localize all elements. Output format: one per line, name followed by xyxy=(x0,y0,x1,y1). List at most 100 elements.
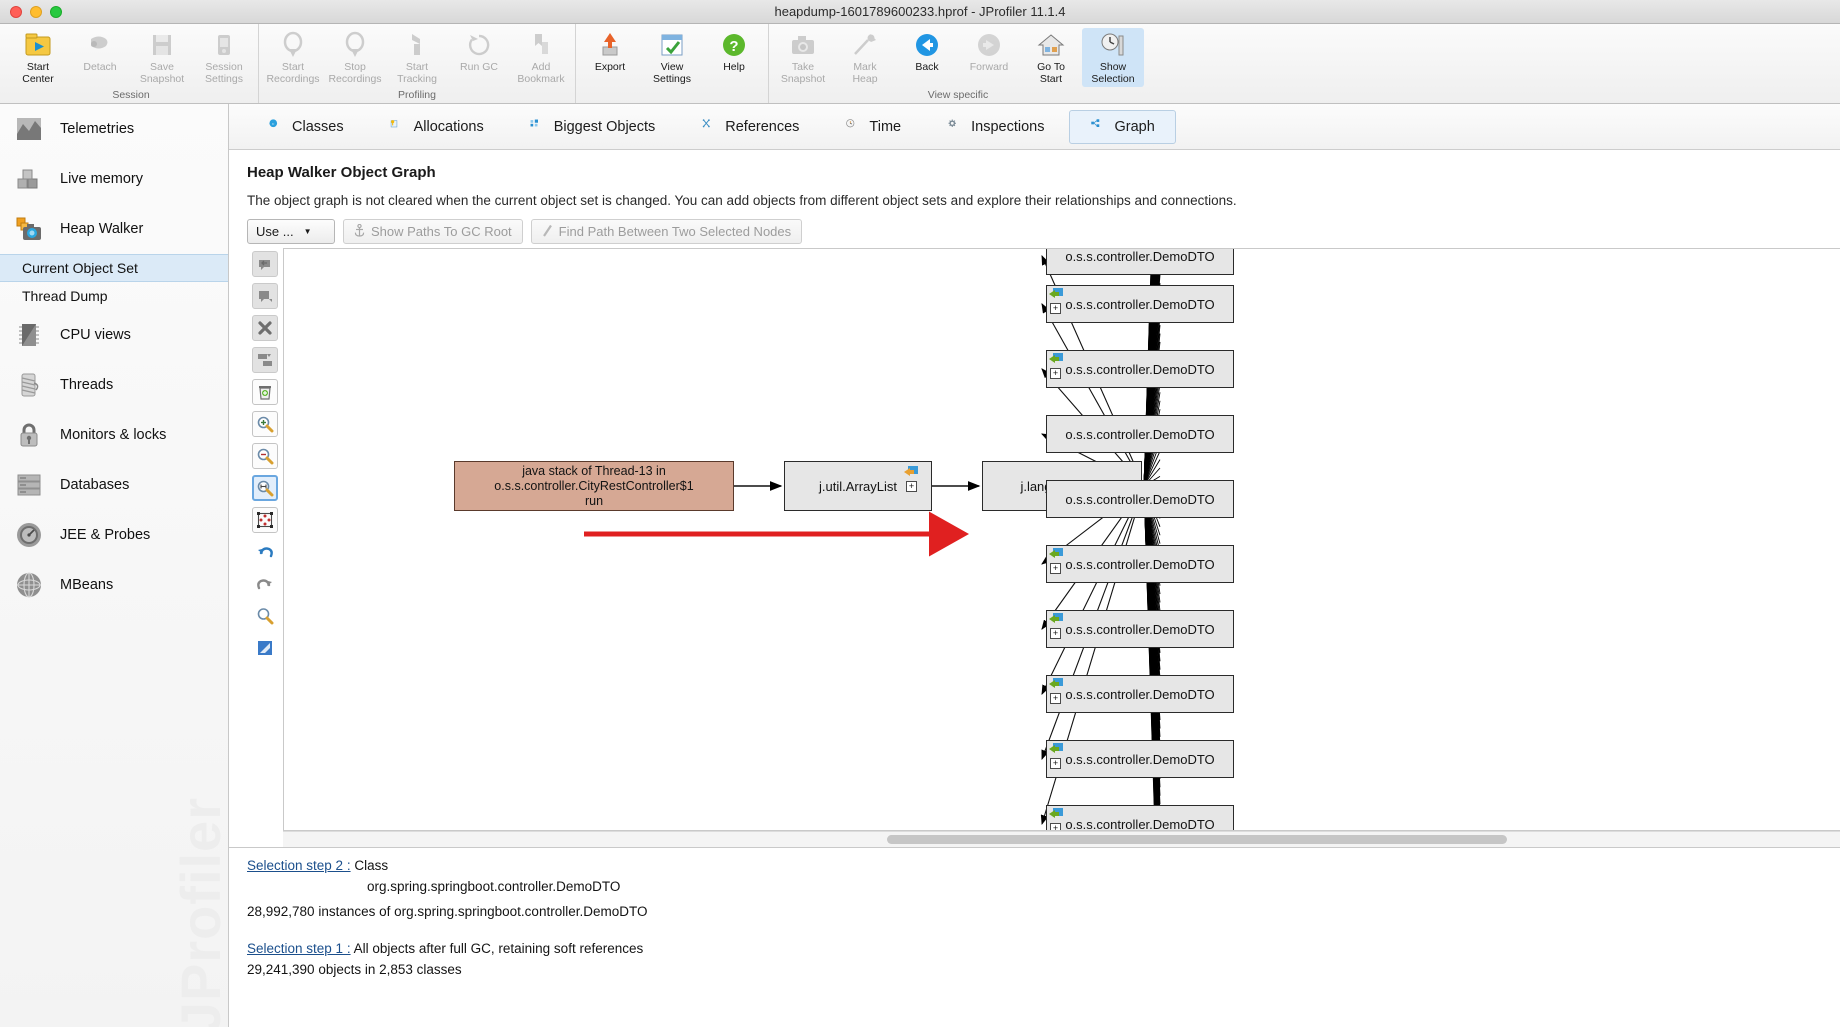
sidebar-item-label: Telemetries xyxy=(60,121,135,137)
selection-step-2-count: 28,992,780 instances of org.spring.sprin… xyxy=(247,904,648,919)
sidebar-item-telemetries[interactable]: Telemetries xyxy=(0,104,228,154)
expand-node-button[interactable]: + xyxy=(1050,303,1061,314)
graph-tool-undo[interactable] xyxy=(252,539,278,565)
graph-tool-export-graph[interactable] xyxy=(252,635,278,661)
graph-node-label: o.s.s.controller.DemoDTO xyxy=(1065,556,1215,572)
tab-classes[interactable]: c Classes xyxy=(247,110,365,144)
toolbar-button-view-settings[interactable]: View Settings xyxy=(641,28,703,87)
selection-step-2-link[interactable]: Selection step 2 : xyxy=(247,858,351,873)
start-tracking-icon xyxy=(401,30,433,60)
expand-node-button[interactable]: + xyxy=(1050,823,1061,830)
tab-biggest-objects[interactable]: Biggest Objects xyxy=(509,110,677,144)
toolbar-group-label: Profiling xyxy=(398,89,436,101)
toolbar-button-run-gc: Run GC xyxy=(448,28,510,76)
toolbar-button-label: Stop Recordings xyxy=(328,61,382,85)
sidebar-subitem-label: Thread Dump xyxy=(22,288,108,304)
toolbar-button-show-selection[interactable]: Show Selection xyxy=(1082,28,1144,87)
toolbar-button-label: Mark Heap xyxy=(852,61,878,85)
expand-node-button[interactable]: + xyxy=(1050,758,1061,769)
reference-badge-icon xyxy=(1049,808,1064,821)
graph-node-label: o.s.s.controller.DemoDTO xyxy=(1065,816,1215,831)
page-description: The object graph is not cleared when the… xyxy=(247,193,1237,208)
classes-icon: c xyxy=(268,118,285,135)
graph-scrollbar-thumb[interactable] xyxy=(887,835,1507,844)
graph-node-demodto[interactable]: o.s.s.controller.DemoDTO xyxy=(1046,480,1234,518)
graph-horizontal-scrollbar[interactable] xyxy=(283,831,1840,847)
show-paths-to-gc-root-button[interactable]: Show Paths To GC Root xyxy=(343,219,523,244)
expand-node-button[interactable]: + xyxy=(1050,693,1061,704)
graph-canvas-wrapper[interactable]: java stack of Thread-13 in o.s.s.control… xyxy=(283,248,1840,831)
graph-node-demodto[interactable]: o.s.s.controller.DemoDTO + xyxy=(1046,350,1234,388)
sidebar-item-label: Heap Walker xyxy=(60,221,144,237)
toolbar-button-export[interactable]: Export xyxy=(579,28,641,76)
tab-graph[interactable]: Graph xyxy=(1069,109,1176,144)
graph-node-demodto[interactable]: o.s.s.controller.DemoDTO + xyxy=(1046,285,1234,323)
toolbar-button-go-to-start[interactable]: Go To Start xyxy=(1020,28,1082,87)
graph-tool-remove-selected-nodes[interactable] xyxy=(252,347,278,373)
graph-tool-redo[interactable] xyxy=(252,571,278,597)
show-selection-icon xyxy=(1097,30,1129,60)
expand-node-button[interactable]: + xyxy=(906,481,917,492)
tab-references[interactable]: References xyxy=(680,110,820,144)
graph-tool-find[interactable] xyxy=(252,603,278,629)
graph-node-demodto[interactable]: o.s.s.controller.DemoDTO + xyxy=(1046,740,1234,778)
find-path-between-nodes-button[interactable]: Find Path Between Two Selected Nodes xyxy=(530,219,803,244)
graph-tool-fit-content[interactable] xyxy=(252,507,278,533)
graph-node-demodto[interactable]: o.s.s.controller.DemoDTO xyxy=(1046,249,1234,275)
graph-node-demodto[interactable]: o.s.s.controller.DemoDTO xyxy=(1046,415,1234,453)
sidebar-item-threads[interactable]: Threads xyxy=(0,360,228,410)
graph-tool-zoom-out[interactable] xyxy=(252,443,278,469)
graph-tool-add-outgoing-references[interactable] xyxy=(252,283,278,309)
graph-tool-clear-graph[interactable] xyxy=(252,379,278,405)
graph-node-label: j.util.ArrayList xyxy=(818,478,898,494)
tab-label: Classes xyxy=(292,118,344,135)
sidebar-item-live-memory[interactable]: Live memory xyxy=(0,154,228,204)
sidebar-item-label: CPU views xyxy=(60,327,131,343)
tab-label: Biggest Objects xyxy=(553,118,656,135)
graph-node-demodto[interactable]: o.s.s.controller.DemoDTO + xyxy=(1046,610,1234,648)
toolbar-button-start-center[interactable]: Start Center xyxy=(7,28,69,87)
save-snapshot-icon xyxy=(146,30,178,60)
graph-canvas[interactable]: java stack of Thread-13 in o.s.s.control… xyxy=(284,249,1840,830)
expand-node-button[interactable]: + xyxy=(1050,563,1061,574)
sidebar-item-cpu-views[interactable]: CPU views xyxy=(0,310,228,360)
sidebar-item-jee-probes[interactable]: JEE & Probes xyxy=(0,510,228,560)
expand-node-button[interactable]: + xyxy=(1050,368,1061,379)
expand-node-button[interactable]: + xyxy=(1050,628,1061,639)
graph-area: java stack of Thread-13 in o.s.s.control… xyxy=(229,244,1840,847)
cpu-views-icon xyxy=(12,318,46,352)
sidebar-item-heap-walker[interactable]: Heap Walker xyxy=(0,204,228,254)
sidebar-item-monitors-locks[interactable]: Monitors & locks xyxy=(0,410,228,460)
jprofiler-watermark: JProfiler xyxy=(169,796,229,1027)
sidebar-item-mbeans[interactable]: MBeans xyxy=(0,560,228,610)
tab-time[interactable]: Time xyxy=(824,110,922,144)
toolbar-group-items: Export View Settings? Help xyxy=(579,24,765,88)
tab-inspections[interactable]: Inspections xyxy=(926,110,1065,144)
graph-tool-zoom-in[interactable] xyxy=(252,411,278,437)
graph-node-label: o.s.s.controller.DemoDTO xyxy=(1065,621,1215,637)
view-tabbar: c Classes Allocations Biggest Objects Refere… xyxy=(229,104,1840,150)
toolbar-button-label: Back xyxy=(915,61,939,73)
toolbar-button-back[interactable]: Back xyxy=(896,28,958,76)
selection-step-1-link[interactable]: Selection step 1 : xyxy=(247,941,351,956)
sidebar-subitem-thread-dump[interactable]: Thread Dump xyxy=(0,282,228,310)
graph-tool-remove-node[interactable] xyxy=(252,315,278,341)
graph-tool-zoom-fit[interactable] xyxy=(252,475,278,501)
graph-tool-add-incoming-references[interactable] xyxy=(252,251,278,277)
sidebar-subitem-current-object-set[interactable]: Current Object Set xyxy=(0,254,228,282)
tab-allocations[interactable]: Allocations xyxy=(369,110,505,144)
sidebar-item-label: Databases xyxy=(60,477,130,493)
graph-node-arraylist[interactable]: j.util.ArrayList + xyxy=(784,461,932,511)
graph-node-demodto[interactable]: o.s.s.controller.DemoDTO + xyxy=(1046,805,1234,830)
sidebar-item-databases[interactable]: Databases xyxy=(0,460,228,510)
toolbar-button-start-tracking: Start Tracking xyxy=(386,28,448,87)
graph-node-thread[interactable]: java stack of Thread-13 in o.s.s.control… xyxy=(454,461,734,511)
graph-node-label: o.s.s.controller.DemoDTO xyxy=(1065,361,1215,377)
toolbar-button-help[interactable]: ? Help xyxy=(703,28,765,76)
graph-node-demodto[interactable]: o.s.s.controller.DemoDTO + xyxy=(1046,675,1234,713)
toolbar-button-label: Export xyxy=(594,61,626,73)
tab-label: Graph xyxy=(1114,118,1155,135)
graph-node-demodto[interactable]: o.s.s.controller.DemoDTO + xyxy=(1046,545,1234,583)
toolbar-button-label: Forward xyxy=(969,61,1009,73)
use-dropdown[interactable]: Use ... ▼ xyxy=(247,219,335,244)
